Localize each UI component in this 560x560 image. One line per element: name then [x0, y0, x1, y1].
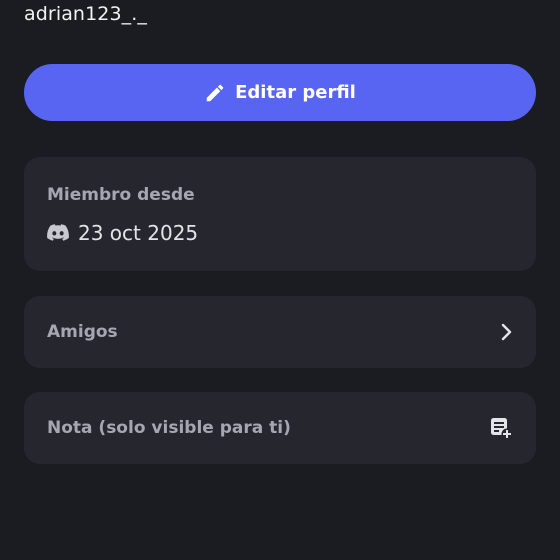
username: adrian123_._ — [24, 3, 147, 25]
note-label: Nota (solo visible para ti) — [47, 418, 291, 438]
friends-row[interactable]: Amigos — [24, 296, 536, 368]
note-row[interactable]: Nota (solo visible para ti) — [24, 392, 536, 464]
member-since-date: 23 oct 2025 — [78, 221, 199, 245]
pencil-icon — [204, 82, 226, 104]
member-since-row: 23 oct 2025 — [47, 221, 513, 245]
member-since-card: Miembro desde 23 oct 2025 — [24, 157, 536, 271]
edit-profile-button[interactable]: Editar perfil — [24, 64, 536, 121]
member-since-label: Miembro desde — [47, 185, 195, 205]
chevron-right-icon — [499, 323, 513, 341]
note-add-icon[interactable] — [489, 416, 513, 440]
friends-label: Amigos — [47, 322, 118, 342]
edit-profile-label: Editar perfil — [235, 82, 356, 103]
discord-icon — [47, 224, 69, 242]
